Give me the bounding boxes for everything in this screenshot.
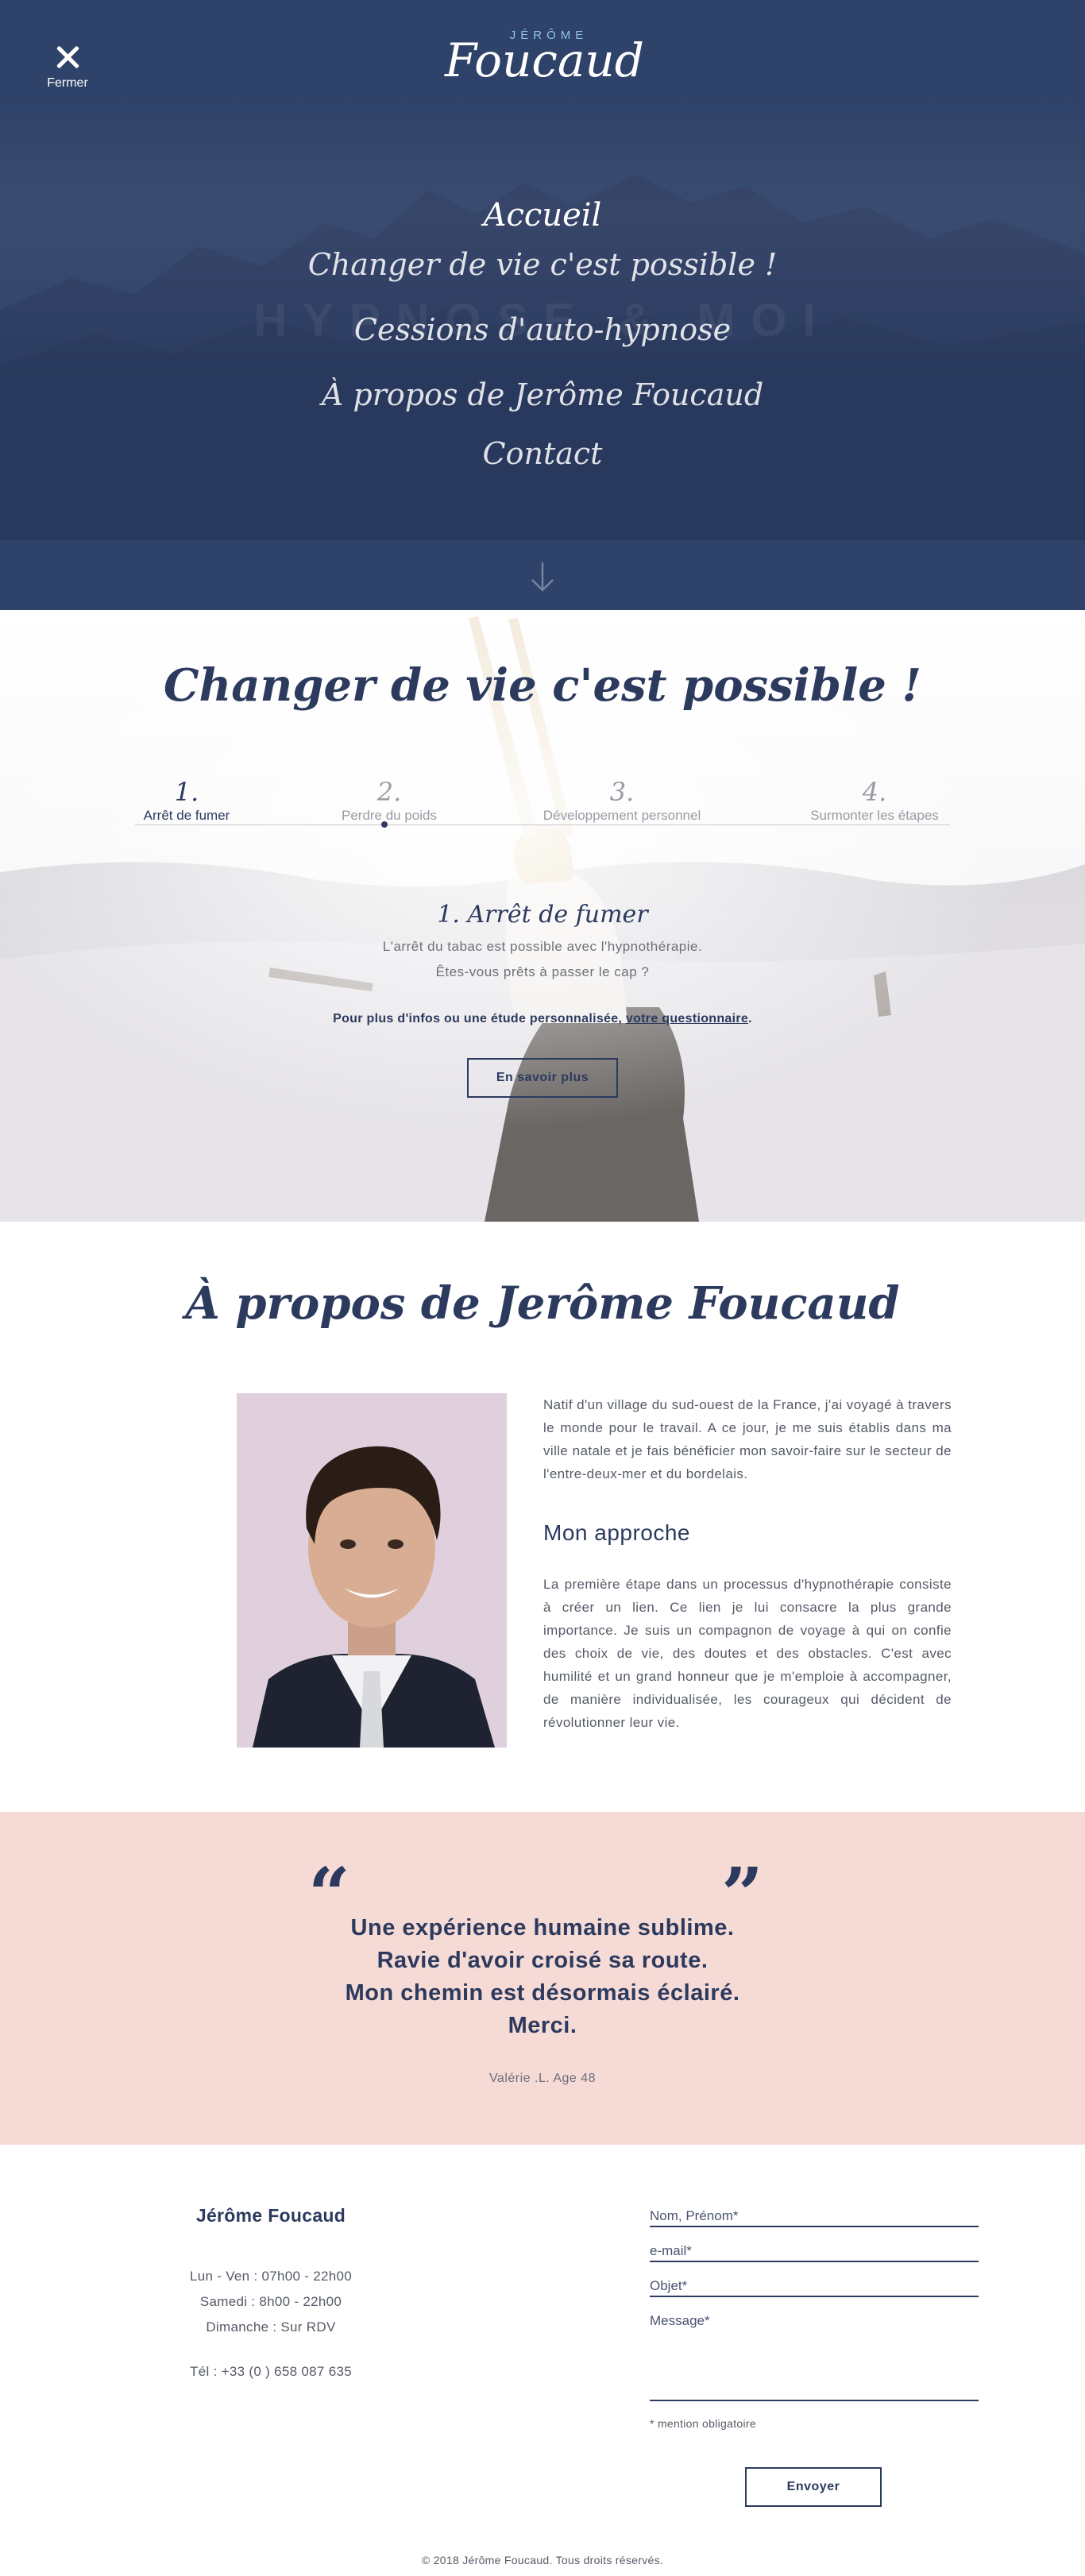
steps-tabs: 1. Arrêt de fumer 2. Perdre du poids 3. … — [135, 777, 950, 832]
testimonial-text: Une expérience humaine sublime. Ravie d'… — [0, 1912, 1085, 2042]
about-intro: Natif d'un village du sud-ouest de la Fr… — [543, 1397, 952, 1481]
contact-section: Jérôme Foucaud Lun - Ven : 07h00 - 22h00… — [0, 2145, 1085, 2574]
testimonial-line: Une expérience humaine sublime. — [350, 1915, 735, 1941]
close-icon — [52, 41, 83, 73]
tab-arret-de-fumer[interactable]: 1. Arrêt de fumer — [135, 777, 238, 825]
step-content-line: Êtes-vous prêts à passer le cap ? — [435, 964, 650, 979]
menu-item-a-propos[interactable]: À propos de Jerôme Foucaud — [0, 370, 1085, 429]
approach-text: La première étape dans un processus d'hy… — [543, 1577, 952, 1730]
cta-end: . — [748, 1012, 752, 1025]
arrow-down-icon[interactable] — [529, 561, 556, 593]
close-label: Fermer — [47, 76, 88, 90]
step-label: Développement personnel — [542, 808, 701, 823]
hours-line: Lun - Ven : 07h00 - 22h00 — [189, 2269, 353, 2284]
hours-line: Samedi : 8h00 - 22h00 — [199, 2294, 342, 2309]
testimonial-line: Mon chemin est désormais éclairé. — [345, 1980, 740, 2006]
step-number: 2. — [376, 777, 402, 807]
tab-developpement-personnel[interactable]: 3. Développement personnel — [531, 777, 713, 825]
menu-item-accueil[interactable]: Accueil — [0, 191, 1085, 240]
cta-text: Pour plus d'infos ou une étude personnal… — [333, 1012, 626, 1025]
menu-item-contact[interactable]: Contact — [0, 429, 1085, 478]
step-label: Arrêt de fumer — [143, 808, 230, 823]
hero-menu-overlay: Fermer JÉRÔME Foucaud HYPNOSE & MOI Accu… — [0, 0, 1085, 610]
a-propos-section: À propos de Jerôme Foucaud Natif d'un vi… — [0, 1222, 1085, 1812]
close-menu-button[interactable]: Fermer — [40, 41, 95, 91]
about-title: À propos de Jerôme Foucaud — [185, 1277, 900, 1330]
main-menu: Accueil Changer de vie c'est possible ! … — [0, 191, 1085, 478]
step-label: Perdre du poids — [341, 808, 438, 823]
step-content-line: L'arrêt du tabac est possible avec l'hyp… — [382, 939, 703, 954]
email-field[interactable] — [650, 2243, 979, 2261]
contact-form: * mention obligatoire — [650, 2208, 979, 2430]
logo-last-name: Foucaud — [445, 33, 644, 87]
step-content-title: 1. Arrêt de fumer — [437, 901, 648, 929]
contact-name: Jérôme Foucaud — [195, 2205, 346, 2226]
hours-line: Dimanche : Sur RDV — [206, 2319, 336, 2335]
portrait-photo — [237, 1393, 507, 1748]
step-number: 3. — [609, 777, 635, 807]
menu-item-cessions[interactable]: Cessions d'auto-hypnose — [0, 305, 1085, 370]
en-savoir-plus-button[interactable]: En savoir plus — [467, 1058, 618, 1098]
questionnaire-cta: Pour plus d'infos ou une étude personnal… — [0, 1009, 1085, 1029]
name-field-wrapper — [650, 2208, 979, 2227]
message-field[interactable] — [650, 2313, 979, 2396]
tab-perdre-du-poids[interactable]: 2. Perdre du poids — [326, 777, 453, 825]
changer-de-vie-section: Changer de vie c'est possible ! 1. Arrêt… — [0, 610, 1085, 1222]
copyright: © 2018 Jérôme Foucaud. Tous droits réser… — [421, 2554, 664, 2566]
tab-surmonter-les-etapes[interactable]: 4. Surmonter les étapes — [799, 777, 950, 825]
approach-title: Mon approche — [543, 1520, 691, 1545]
step-label: Surmonter les étapes — [810, 808, 939, 823]
step-number: 4. — [862, 777, 887, 807]
subject-field[interactable] — [650, 2278, 979, 2296]
step-content: 1. Arrêt de fumer L'arrêt du tabac est p… — [0, 896, 1085, 1098]
message-field-wrapper — [650, 2313, 979, 2401]
changer-title: Changer de vie c'est possible ! — [163, 659, 922, 712]
send-button[interactable]: Envoyer — [745, 2467, 882, 2507]
about-text: Natif d'un village du sud-ouest de la Fr… — [543, 1393, 952, 1734]
testimonial-author: Valérie .L. Age 48 — [488, 2072, 597, 2085]
step-number: 1. — [174, 777, 199, 807]
questionnaire-link[interactable]: votre questionnaire — [626, 1012, 748, 1025]
subject-field-wrapper — [650, 2278, 979, 2297]
testimonial-section: “ ” Une expérience humaine sublime. Ravi… — [0, 1812, 1085, 2145]
required-mention: * mention obligatoire — [650, 2417, 756, 2430]
opening-hours: Lun - Ven : 07h00 - 22h00 Samedi : 8h00 … — [135, 2264, 407, 2340]
testimonial-line: Merci. — [508, 2013, 577, 2038]
menu-item-changer-de-vie[interactable]: Changer de vie c'est possible ! — [0, 240, 1085, 305]
name-field[interactable] — [650, 2208, 979, 2226]
portrait-illustration — [237, 1393, 507, 1748]
email-field-wrapper — [650, 2243, 979, 2262]
contact-phone: Tél : +33 (0 ) 658 087 635 — [190, 2364, 352, 2379]
site-logo[interactable]: JÉRÔME Foucaud — [445, 29, 644, 87]
testimonial-line: Ravie d'avoir croisé sa route. — [376, 1948, 709, 1973]
